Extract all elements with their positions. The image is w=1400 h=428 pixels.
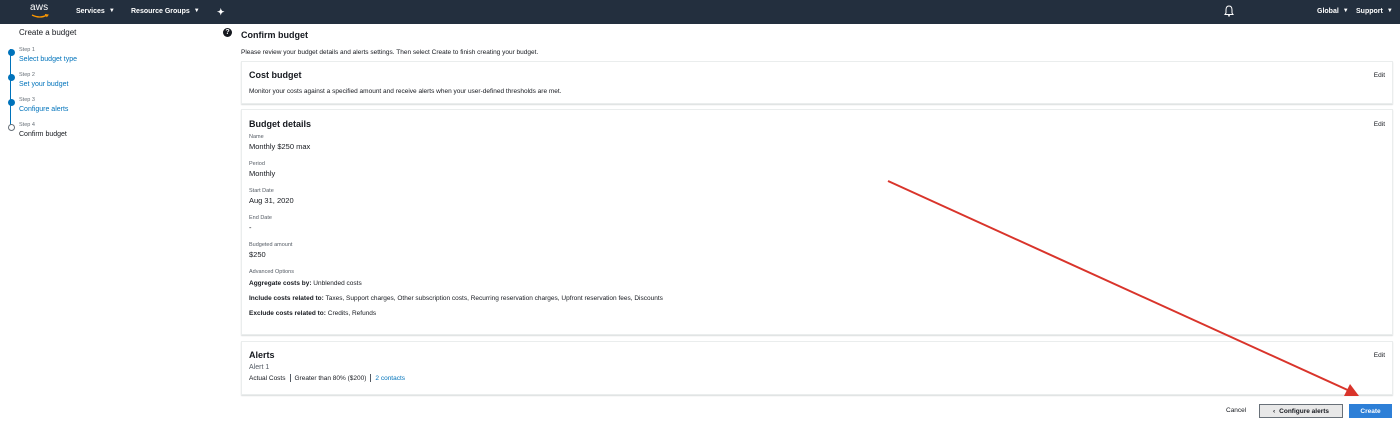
exclude-costs-value: Credits, Refunds xyxy=(325,310,377,317)
advanced-options-label: Advanced Options xyxy=(249,269,294,275)
step-number: Step 3 xyxy=(19,97,35,103)
aws-smile-icon xyxy=(31,14,49,18)
end-date-value: - xyxy=(249,223,252,232)
start-date-value: Aug 31, 2020 xyxy=(249,196,294,205)
wizard-title: Create a budget xyxy=(19,28,77,37)
cost-budget-description: Monitor your costs against a specified a… xyxy=(249,88,562,95)
support-label: Support xyxy=(1356,8,1383,15)
aggregate-costs-value: Unblended costs xyxy=(311,280,362,287)
divider xyxy=(370,374,372,382)
cancel-button[interactable]: Cancel xyxy=(1226,407,1246,414)
edit-cost-budget-link[interactable]: Edit xyxy=(1374,72,1385,79)
cost-budget-panel: Cost budget Edit Monitor your costs agai… xyxy=(241,61,1393,104)
name-value: Monthly $250 max xyxy=(249,142,311,151)
step-number: Step 2 xyxy=(19,72,35,78)
step-dot xyxy=(8,74,15,81)
aws-logo-text: aws xyxy=(30,2,49,13)
include-costs-key: Include costs related to: xyxy=(249,295,324,302)
step-dot xyxy=(8,49,15,56)
chevron-down-icon: ▼ xyxy=(108,7,115,14)
period-value: Monthly xyxy=(249,169,276,178)
previous-configure-alerts-button[interactable]: ‹ Configure alerts xyxy=(1259,404,1343,418)
page-title: Confirm budget xyxy=(241,30,308,40)
aws-logo[interactable]: aws xyxy=(30,2,52,22)
alert-contacts-link[interactable]: 2 contacts xyxy=(375,375,405,382)
step-link-select-budget-type[interactable]: Select budget type xyxy=(19,56,77,63)
step-dot xyxy=(8,99,15,106)
budget-details-panel: Budget details Edit Name Monthly $250 ma… xyxy=(241,109,1393,335)
alert-threshold: Greater than 80% ($200) xyxy=(294,374,367,382)
alerts-heading: Alerts xyxy=(249,350,275,360)
divider xyxy=(289,374,291,382)
chevron-left-icon: ‹ xyxy=(1272,407,1276,415)
cost-budget-heading: Cost budget xyxy=(249,70,302,80)
support-menu[interactable]: Support ▼ xyxy=(1356,7,1393,16)
pin-icon[interactable]: ✦ xyxy=(217,7,225,18)
step-dot xyxy=(8,124,15,131)
create-button[interactable]: Create xyxy=(1349,404,1392,418)
resource-groups-label: Resource Groups xyxy=(131,8,190,15)
period-label: Period xyxy=(249,161,265,167)
step-number: Step 1 xyxy=(19,47,35,53)
name-label: Name xyxy=(249,134,264,140)
alert-cost-type: Actual Costs xyxy=(249,374,286,382)
alerts-panel: Alerts Edit Alert 1 Actual Costs Greater… xyxy=(241,341,1393,395)
step-current-confirm-budget: Confirm budget xyxy=(19,131,67,138)
start-date-label: Start Date xyxy=(249,188,274,194)
services-menu[interactable]: Services ▼ xyxy=(76,7,115,16)
top-navigation: aws Services ▼ Resource Groups ▼ ✦ Globa… xyxy=(0,0,1400,24)
alert-summary: Actual Costs Greater than 80% ($200) 2 c… xyxy=(249,374,405,382)
resource-groups-menu[interactable]: Resource Groups ▼ xyxy=(131,7,200,16)
chevron-down-icon: ▼ xyxy=(1386,7,1393,14)
help-icon[interactable]: ? xyxy=(223,28,232,37)
step-link-set-your-budget[interactable]: Set your budget xyxy=(19,81,68,88)
region-label: Global xyxy=(1317,8,1339,15)
budgeted-amount-label: Budgeted amount xyxy=(249,242,293,248)
exclude-costs-row: Exclude costs related to: Credits, Refun… xyxy=(249,310,376,317)
budgeted-amount-value: $250 xyxy=(249,250,266,259)
chevron-down-icon: ▼ xyxy=(193,7,200,14)
include-costs-value: Taxes, Support charges, Other subscripti… xyxy=(323,295,663,302)
edit-budget-details-link[interactable]: Edit xyxy=(1374,121,1385,128)
steps-connector xyxy=(10,49,11,125)
intro-text: Please review your budget details and al… xyxy=(241,49,539,56)
region-menu[interactable]: Global ▼ xyxy=(1317,7,1349,16)
aggregate-costs-row: Aggregate costs by: Unblended costs xyxy=(249,280,362,287)
edit-alerts-link[interactable]: Edit xyxy=(1374,352,1385,359)
alert-name: Alert 1 xyxy=(249,364,270,371)
aggregate-costs-key: Aggregate costs by: xyxy=(249,280,312,287)
end-date-label: End Date xyxy=(249,215,272,221)
exclude-costs-key: Exclude costs related to: xyxy=(249,310,326,317)
services-label: Services xyxy=(76,8,105,15)
chevron-down-icon: ▼ xyxy=(1342,7,1349,14)
previous-button-label: Configure alerts xyxy=(1279,407,1329,415)
include-costs-row: Include costs related to: Taxes, Support… xyxy=(249,295,663,302)
bell-icon[interactable] xyxy=(1224,5,1234,17)
budget-details-heading: Budget details xyxy=(249,119,312,129)
step-link-configure-alerts[interactable]: Configure alerts xyxy=(19,106,68,113)
step-number: Step 4 xyxy=(19,122,35,128)
